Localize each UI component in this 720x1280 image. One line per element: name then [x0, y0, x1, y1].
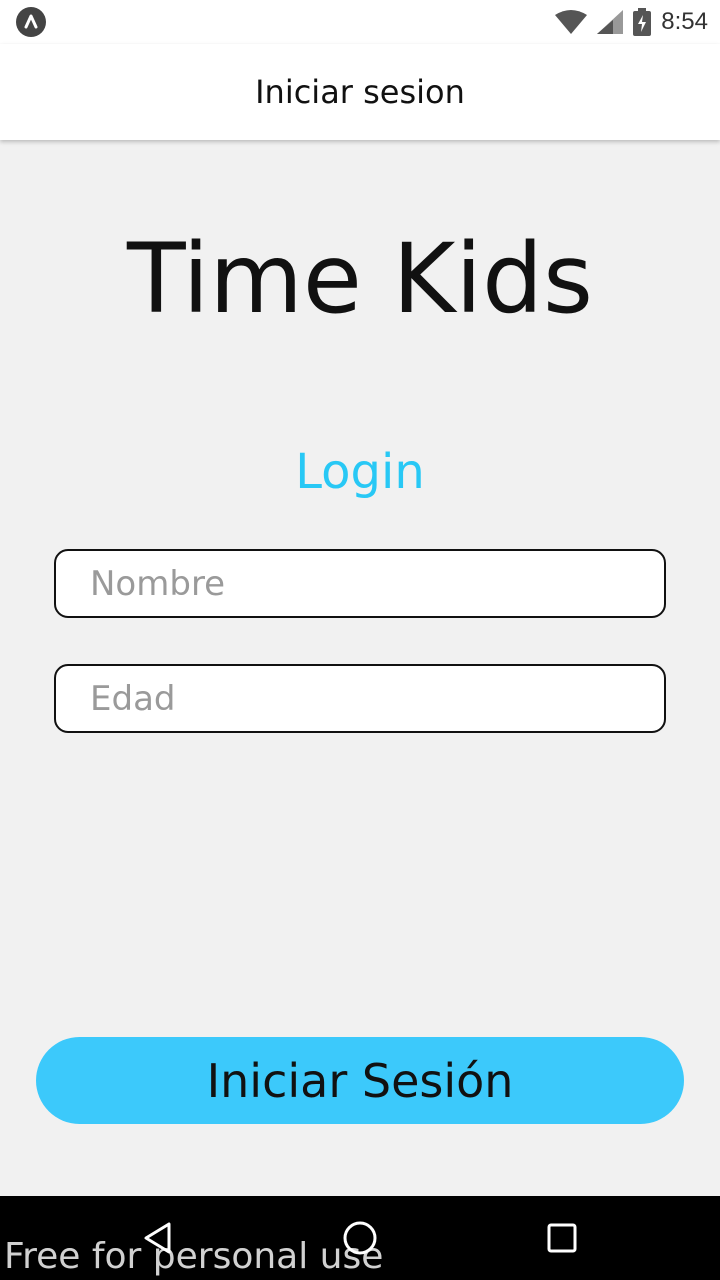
name-input[interactable] [54, 549, 666, 618]
home-icon[interactable] [338, 1216, 382, 1260]
app-title: Time Kids [126, 223, 594, 335]
login-heading: Login [295, 444, 425, 500]
login-button[interactable]: Iniciar Sesión [36, 1037, 684, 1124]
app-notification-icon [16, 7, 46, 37]
signal-icon [597, 10, 624, 34]
status-icons: 8:54 [555, 0, 708, 44]
age-input[interactable] [54, 664, 666, 733]
app-header: Iniciar sesion [0, 44, 720, 140]
status-bar: 8:54 [0, 0, 720, 44]
battery-charging-icon [633, 8, 652, 36]
back-icon[interactable] [136, 1216, 180, 1260]
recents-icon[interactable] [540, 1216, 584, 1260]
page-title: Iniciar sesion [255, 73, 465, 111]
wifi-icon [555, 10, 588, 34]
status-time: 8:54 [661, 8, 708, 35]
navigation-bar [0, 1196, 720, 1280]
